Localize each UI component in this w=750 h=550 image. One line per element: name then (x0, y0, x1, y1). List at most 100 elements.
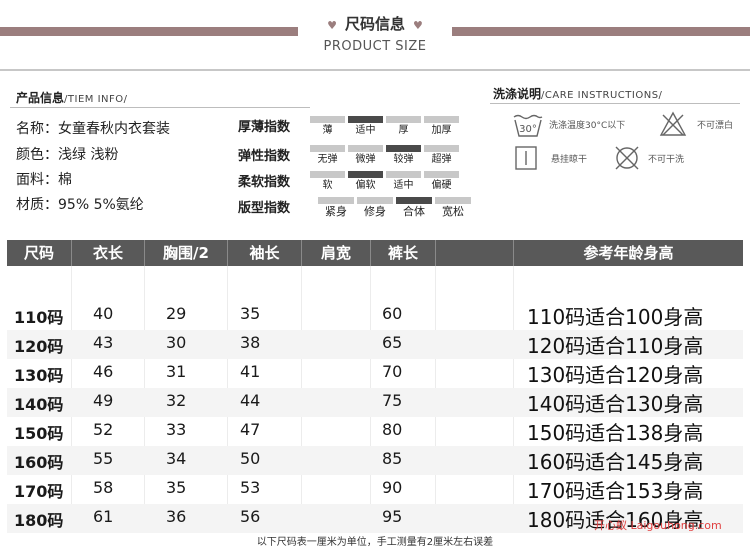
fit-option: 修身 (357, 197, 393, 218)
measure-cell: 46 (93, 362, 114, 381)
measure-cell: 30 (166, 333, 187, 352)
size-cell: 170码 (14, 482, 64, 501)
measure-cell: 36 (166, 507, 187, 526)
elasticity-option-selected: 较弹 (386, 145, 421, 166)
measure-cell: 29 (166, 304, 187, 323)
product-info-divider (10, 107, 310, 108)
size-cell: 150码 (14, 424, 64, 443)
thickness-option-selected: 适中 (348, 116, 383, 137)
measure-cell: 61 (93, 507, 114, 526)
watermark: 开心蚁 Laigouhong.com (594, 519, 722, 532)
elasticity-option: 无弹 (310, 145, 345, 166)
wash-temp-text: 洗涤温度30°C以下 (549, 121, 626, 131)
measure-cell: 85 (382, 449, 403, 468)
product-fabric: 面料：棉 (16, 172, 72, 188)
fit-index-label: 版型指数 (238, 201, 291, 216)
hang-dry-icon (515, 146, 537, 170)
divider (0, 69, 750, 71)
elasticity-index-label: 弹性指数 (238, 149, 291, 164)
care-divider (490, 103, 740, 104)
reference-cell: 120码适合110身高 (527, 334, 704, 358)
reference-cell: 160码适合145身高 (527, 450, 704, 474)
thickness-index-label: 厚薄指数 (238, 120, 291, 135)
measure-cell: 38 (240, 333, 261, 352)
fit-option-selected: 合体 (396, 197, 432, 218)
thickness-option: 薄 (310, 116, 345, 137)
measure-cell: 31 (166, 362, 187, 381)
product-name: 名称：女童春秋内衣套装 (16, 121, 170, 137)
header-size: 尺码 (7, 240, 72, 266)
reference-cell: 140码适合130身高 (527, 392, 704, 416)
measure-cell: 50 (240, 449, 261, 468)
page-title: ♥ 尺码信息 ♥ (327, 15, 423, 33)
header-length: 衣长 (72, 240, 145, 266)
size-cell: 120码 (14, 337, 64, 356)
thickness-option: 加厚 (424, 116, 459, 137)
measure-cell: 65 (382, 333, 403, 352)
measure-cell: 43 (93, 333, 114, 352)
no-dry-clean-icon (615, 146, 639, 170)
softness-option: 软 (310, 171, 345, 192)
fit-option: 紧身 (318, 197, 354, 218)
header-reference: 参考年龄身高 (583, 244, 674, 262)
measure-cell: 33 (166, 420, 187, 439)
measure-cell: 41 (240, 362, 261, 381)
measure-cell: 55 (93, 449, 114, 468)
softness-option: 偏硬 (424, 171, 459, 192)
reference-cell: 150码适合138身高 (527, 421, 704, 445)
product-info-title: 产品信息/TIEM INFO/ (16, 91, 128, 105)
measure-cell: 35 (166, 478, 187, 497)
thickness-option: 厚 (386, 116, 421, 137)
measure-cell: 80 (382, 420, 403, 439)
fit-option: 宽松 (435, 197, 471, 218)
measure-cell: 75 (382, 391, 403, 410)
reference-cell: 110码适合100身高 (527, 305, 704, 329)
measure-cell: 56 (240, 507, 261, 526)
thickness-scale: 薄 适中 厚 加厚 (310, 116, 459, 137)
svg-text:30°: 30° (519, 124, 537, 135)
elasticity-scale: 无弹 微弹 较弹 超弹 (310, 145, 459, 166)
care-title: 洗涤说明/CARE INSTRUCTIONS/ (493, 87, 663, 101)
product-color: 颜色：浅绿 浅粉 (16, 147, 119, 163)
softness-option-selected: 偏软 (348, 171, 383, 192)
footnote: 以下尺码表一厘米为单位，手工测量有2厘米左右误差 (256, 537, 494, 548)
measure-cell: 49 (93, 391, 114, 410)
no-bleach-icon (659, 111, 687, 136)
wash-30-icon: 30° (513, 114, 543, 137)
elasticity-option: 微弹 (348, 145, 383, 166)
measure-cell: 60 (382, 304, 403, 323)
size-table-header: 尺码 衣长 胸围/2 袖长 肩宽 裤长 参考年龄身高 (7, 240, 743, 266)
measure-cell: 35 (240, 304, 261, 323)
size-cell: 130码 (14, 366, 64, 385)
header-shoulder: 肩宽 (302, 240, 371, 266)
size-cell: 140码 (14, 395, 64, 414)
softness-option: 适中 (386, 171, 421, 192)
size-cell: 180码 (14, 511, 64, 530)
heart-icon: ♥ (413, 19, 423, 32)
reference-cell: 130码适合120身高 (527, 363, 704, 387)
size-cell: 160码 (14, 453, 64, 472)
no-bleach-text: 不可漂白 (697, 121, 734, 131)
measure-cell: 40 (93, 304, 114, 323)
measure-cell: 52 (93, 420, 114, 439)
header-blank (436, 240, 514, 266)
elasticity-option: 超弹 (424, 145, 459, 166)
measure-cell: 53 (240, 478, 261, 497)
softness-scale: 软 偏软 适中 偏硬 (310, 171, 459, 192)
softness-index-label: 柔软指数 (238, 175, 291, 190)
reference-cell: 170码适合153身高 (527, 479, 704, 503)
page-subtitle: PRODUCT SIZE (323, 39, 427, 54)
product-material: 材质：95% 5%氨纶 (16, 197, 144, 213)
measure-cell: 34 (166, 449, 187, 468)
heart-icon: ♥ (327, 19, 337, 32)
measure-cell: 95 (382, 507, 403, 526)
size-cell: 110码 (14, 308, 64, 327)
measure-cell: 70 (382, 362, 403, 381)
header-sleeve: 袖长 (228, 240, 302, 266)
header-pants-length: 裤长 (371, 240, 436, 266)
hang-dry-text: 悬挂晾干 (551, 155, 588, 165)
fit-scale: 紧身 修身 合体 宽松 (318, 197, 471, 218)
measure-cell: 47 (240, 420, 261, 439)
header-chest: 胸围/2 (145, 240, 228, 266)
measure-cell: 90 (382, 478, 403, 497)
